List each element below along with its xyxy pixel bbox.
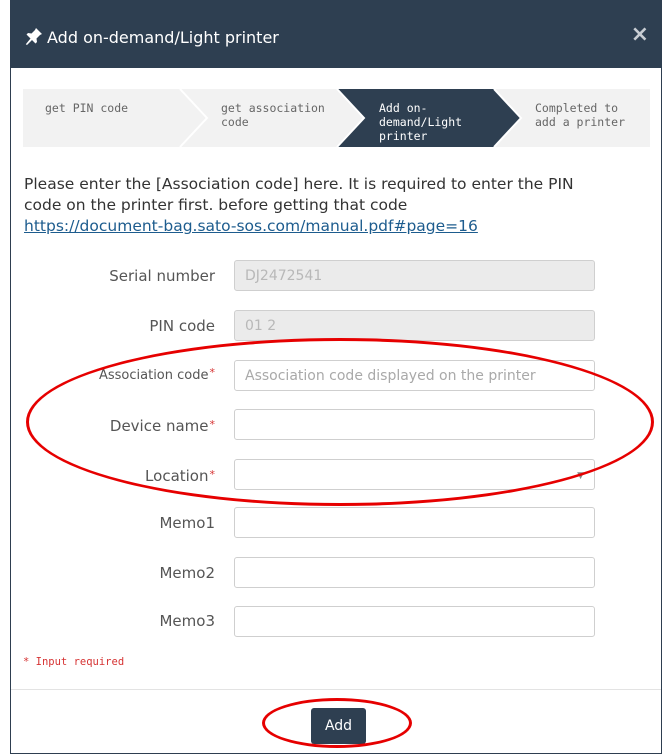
dialog-title: Add on-demand/Light printer [47, 28, 279, 47]
step-get-pin-code: get PIN code [45, 101, 129, 115]
location-label: Location* [145, 467, 215, 485]
instruction-line-1: Please enter the [Association code] here… [24, 175, 574, 193]
dialog-header: Add on-demand/Light printer × [11, 0, 661, 68]
location-select[interactable]: ▼ [234, 459, 595, 490]
footer-divider [11, 689, 661, 690]
memo1-input[interactable] [234, 507, 595, 538]
required-note: * Input required [23, 656, 125, 668]
memo3-input[interactable] [234, 606, 595, 637]
required-marker: * [209, 468, 216, 481]
add-printer-dialog: Add on-demand/Light printer × get PIN co… [10, 0, 662, 754]
caret-down-icon: ▼ [577, 471, 584, 481]
step-completed: Completed to add a printer [535, 101, 626, 129]
memo2-label: Memo2 [159, 564, 215, 582]
add-button[interactable]: Add [311, 708, 366, 744]
required-marker: * [209, 366, 216, 379]
memo2-input[interactable] [234, 557, 595, 588]
memo3-label: Memo3 [159, 612, 215, 630]
close-icon[interactable]: × [631, 23, 649, 47]
association-code-input[interactable] [234, 360, 595, 391]
manual-link[interactable]: https://document-bag.sato-sos.com/manual… [24, 217, 478, 235]
instruction-text: Please enter the [Association code] here… [24, 174, 654, 237]
association-code-label: Association code* [98, 366, 216, 383]
pin-icon [25, 28, 42, 45]
step-get-association-code: get association code [221, 101, 325, 129]
device-name-input[interactable] [234, 409, 595, 440]
memo1-label: Memo1 [159, 514, 215, 532]
pin-code-field [234, 310, 595, 341]
serial-number-field [234, 260, 595, 291]
progress-steps: get PIN code get association code Add on… [23, 89, 650, 147]
serial-number-label: Serial number [109, 267, 215, 285]
required-marker: * [209, 418, 216, 431]
device-name-label: Device name* [109, 417, 216, 435]
step-add-printer-active: Add on- demand/Light printer [379, 101, 463, 143]
instruction-line-2: code on the printer first. before gettin… [24, 196, 408, 214]
step-1-shape [23, 89, 207, 147]
pin-code-label: PIN code [149, 317, 215, 335]
